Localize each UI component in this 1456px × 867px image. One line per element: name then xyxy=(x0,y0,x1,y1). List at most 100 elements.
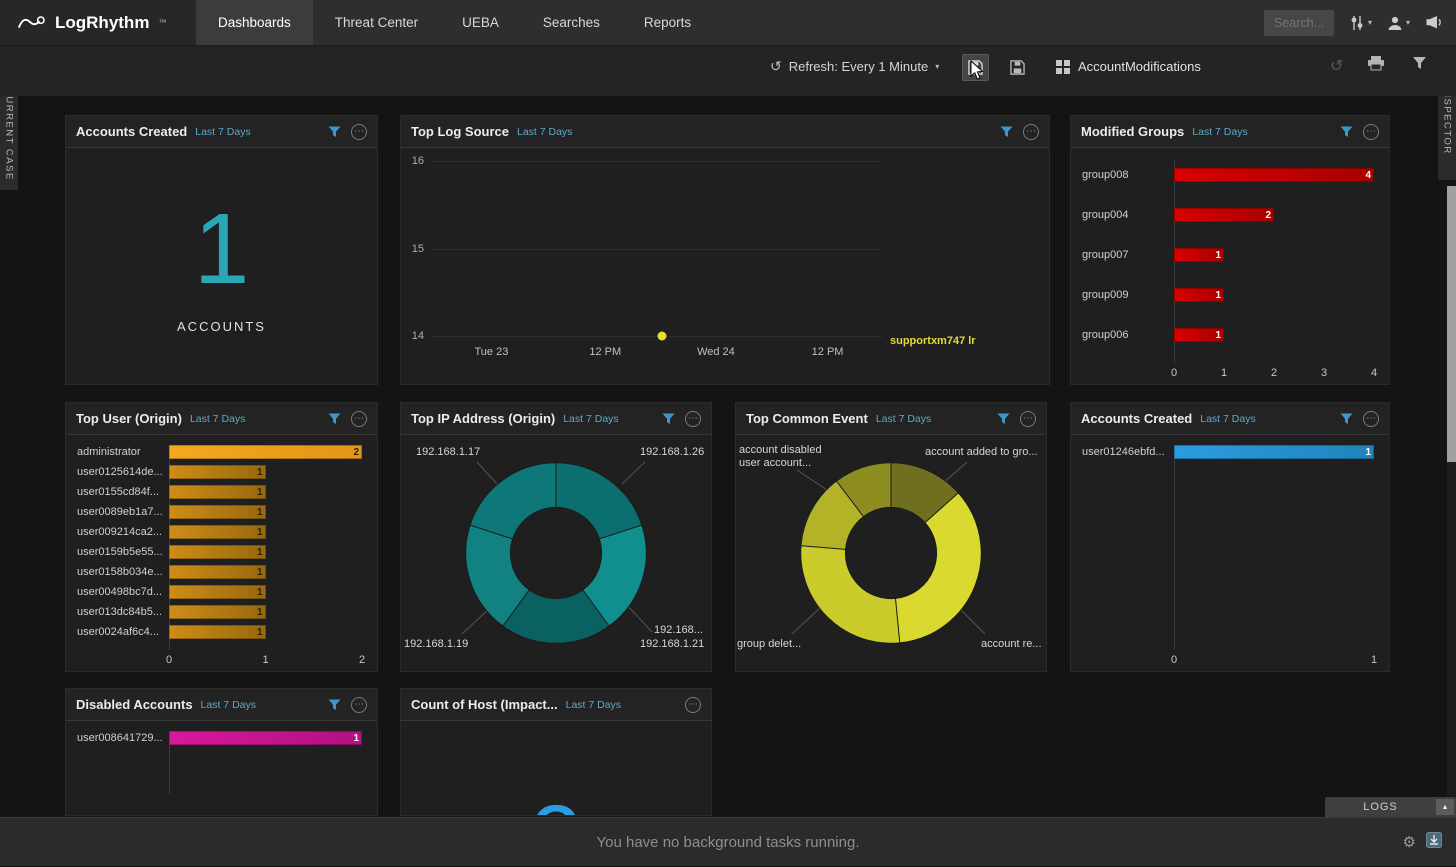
bar-track: 1 xyxy=(169,565,362,579)
more-options-icon[interactable]: ⋯ xyxy=(1023,124,1039,140)
undo-icon[interactable]: ↺ xyxy=(1330,56,1343,76)
bar[interactable]: 1 xyxy=(169,525,266,539)
x-axis: 01 xyxy=(1174,654,1374,668)
more-options-icon[interactable]: ⋯ xyxy=(685,697,701,713)
filter-icon[interactable] xyxy=(328,699,341,711)
bar[interactable]: 1 xyxy=(169,565,266,579)
bar[interactable]: 1 xyxy=(169,625,266,639)
big-number-value: 2 xyxy=(530,792,581,816)
bar-value-label: 1 xyxy=(257,567,266,578)
count-of-host-big-number: 2 xyxy=(402,722,710,814)
bar[interactable]: 1 xyxy=(169,585,266,599)
search-input[interactable] xyxy=(1264,10,1334,36)
dashboard-selector[interactable]: AccountModifications xyxy=(1056,59,1201,74)
status-bar: You have no background tasks running. ⚙ xyxy=(0,817,1456,866)
more-options-icon[interactable]: ⋯ xyxy=(351,124,367,140)
bar-track: 1 xyxy=(169,605,362,619)
donut-slice[interactable] xyxy=(470,463,556,539)
bar-row: group006 1 xyxy=(1082,315,1374,355)
more-options-icon[interactable]: ⋯ xyxy=(351,411,367,427)
refresh-interval-dropdown[interactable]: ↺ Refresh: Every 1 Minute ▾ xyxy=(770,58,939,75)
top-log-source-line-chart: 161514Tue 2312 PMWed 2412 PM xyxy=(402,149,1048,383)
download-logs-icon[interactable] xyxy=(1426,832,1442,853)
axis-tick-label: 0 xyxy=(166,654,172,666)
x-axis: 012 xyxy=(169,654,362,668)
filter-icon[interactable] xyxy=(328,413,341,425)
bar-category-label: user0125614de... xyxy=(77,466,165,478)
filter-icon[interactable] xyxy=(1000,126,1013,138)
print-icon[interactable] xyxy=(1368,56,1384,76)
filter-icon[interactable] xyxy=(662,413,675,425)
save-as-button[interactable] xyxy=(1004,54,1031,81)
bar[interactable]: 4 xyxy=(1174,168,1374,182)
more-options-icon[interactable]: ⋯ xyxy=(351,697,367,713)
user-menu-button[interactable]: ▾ xyxy=(1387,15,1410,31)
data-point[interactable] xyxy=(657,332,666,341)
expand-logs-button[interactable]: ▲ xyxy=(1436,799,1454,815)
bar[interactable]: 1 xyxy=(169,485,266,499)
x-axis-tick-label: Wed 24 xyxy=(697,346,735,358)
logrhythm-logo[interactable]: LogRhythm™ xyxy=(0,0,196,45)
widget-top-user-origin: Top User (Origin) Last 7 Days ⋯ administ… xyxy=(65,402,378,672)
bar-value-label: 1 xyxy=(257,547,266,558)
bar[interactable]: 1 xyxy=(1174,288,1224,302)
gear-icon[interactable]: ⚙ xyxy=(1403,835,1416,850)
bar-category-label: group009 xyxy=(1082,289,1170,301)
widget-title: Accounts Created xyxy=(1081,411,1192,426)
x-axis: 01234 xyxy=(1174,367,1374,381)
sliders-icon xyxy=(1349,15,1365,31)
more-options-icon[interactable]: ⋯ xyxy=(1020,411,1036,427)
bar[interactable]: 1 xyxy=(169,545,266,559)
bar[interactable]: 1 xyxy=(1174,328,1224,342)
more-options-icon[interactable]: ⋯ xyxy=(1363,124,1379,140)
filter-icon[interactable] xyxy=(328,126,341,138)
filter-icon[interactable] xyxy=(997,413,1010,425)
bar-track: 1 xyxy=(169,525,362,539)
accounts-created-bar-chart: user01246ebfd...101 xyxy=(1082,442,1374,668)
bar[interactable]: 1 xyxy=(169,605,266,619)
bar[interactable]: 1 xyxy=(169,465,266,479)
more-options-icon[interactable]: ⋯ xyxy=(685,411,701,427)
donut-slice[interactable] xyxy=(801,546,900,644)
donut-slice[interactable] xyxy=(895,493,981,643)
save-icon xyxy=(968,60,983,75)
bar[interactable]: 2 xyxy=(1174,208,1274,222)
bar[interactable]: 1 xyxy=(1174,248,1224,262)
gridline xyxy=(432,249,882,250)
bar-track: 2 xyxy=(1174,208,1374,222)
widget-timerange: Last 7 Days xyxy=(563,413,618,425)
global-filter-icon[interactable] xyxy=(1412,56,1427,75)
logs-drawer-tab[interactable]: LOGS ▲ xyxy=(1325,797,1456,817)
bar-category-label: group006 xyxy=(1082,329,1170,341)
filter-icon[interactable] xyxy=(1340,126,1353,138)
tab-searches[interactable]: Searches xyxy=(521,0,622,45)
big-number-label: ACCOUNTS xyxy=(177,319,266,334)
bar[interactable]: 1 xyxy=(169,505,266,519)
background-tasks-message: You have no background tasks running. xyxy=(0,818,1456,867)
tab-ueba[interactable]: UEBA xyxy=(440,0,521,45)
scrollbar-thumb[interactable] xyxy=(1447,186,1456,462)
widget-top-ip-origin: Top IP Address (Origin) Last 7 Days ⋯ 19… xyxy=(400,402,712,672)
bar[interactable]: 1 xyxy=(1174,445,1374,459)
widget-modified-groups: Modified Groups Last 7 Days ⋯ group0084g… xyxy=(1070,115,1390,385)
bar[interactable]: 2 xyxy=(169,445,362,459)
tab-dashboards[interactable]: Dashboards xyxy=(196,0,313,45)
series-legend[interactable]: supportxm747 lr xyxy=(890,335,976,347)
bar-track: 1 xyxy=(169,625,362,639)
widget-title: Count of Host (Impact... xyxy=(411,697,558,712)
tab-reports[interactable]: Reports xyxy=(622,0,713,45)
donut-slice[interactable] xyxy=(556,463,642,539)
megaphone-icon xyxy=(1425,15,1444,30)
x-axis-tick-label: 12 PM xyxy=(812,346,844,358)
filter-icon[interactable] xyxy=(1340,413,1353,425)
tab-threat-center[interactable]: Threat Center xyxy=(313,0,440,45)
preferences-sliders-button[interactable]: ▾ xyxy=(1349,15,1372,31)
announcements-button[interactable] xyxy=(1425,15,1444,30)
bar[interactable]: 1 xyxy=(169,731,362,745)
widget-timerange: Last 7 Days xyxy=(195,126,250,138)
bar-value-label: 2 xyxy=(353,447,362,458)
big-number-value: 1 xyxy=(194,199,250,299)
save-dashboard-button[interactable] xyxy=(962,54,989,81)
more-options-icon[interactable]: ⋯ xyxy=(1363,411,1379,427)
up-triangle-icon: ▲ xyxy=(1442,804,1449,811)
